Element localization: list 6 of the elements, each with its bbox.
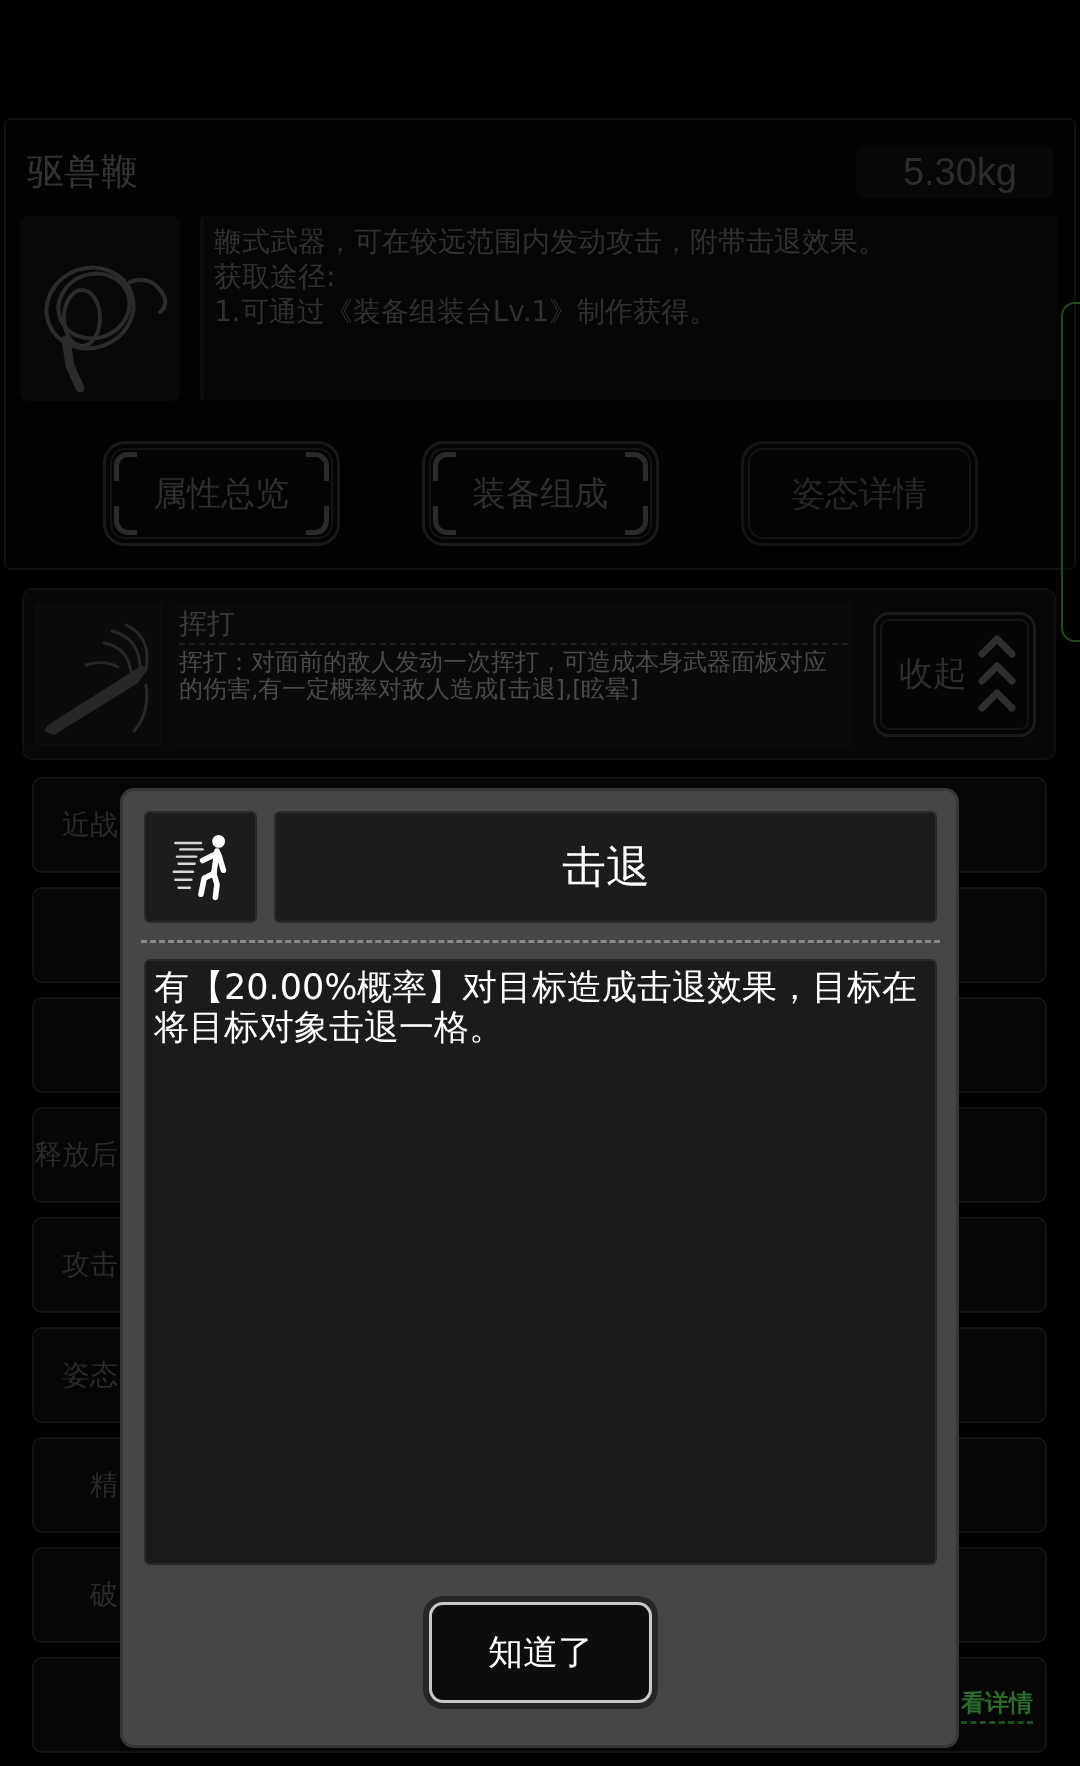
bat-icon [34,602,163,746]
stick-figure-icon [144,811,257,923]
dialog-title: 击退 [274,811,937,923]
effect-description: 有【20.00%概率】对目标造成击退效果，目标在将目标对象击退一格。 [154,967,919,1047]
whip-icon [20,216,180,401]
skill-description: 挥打：对面前的敌人发动一次挥打，可造成本身武器面板对应的伤害,有一定概率对敌人造成[击退],[眩晕] [179,648,828,703]
